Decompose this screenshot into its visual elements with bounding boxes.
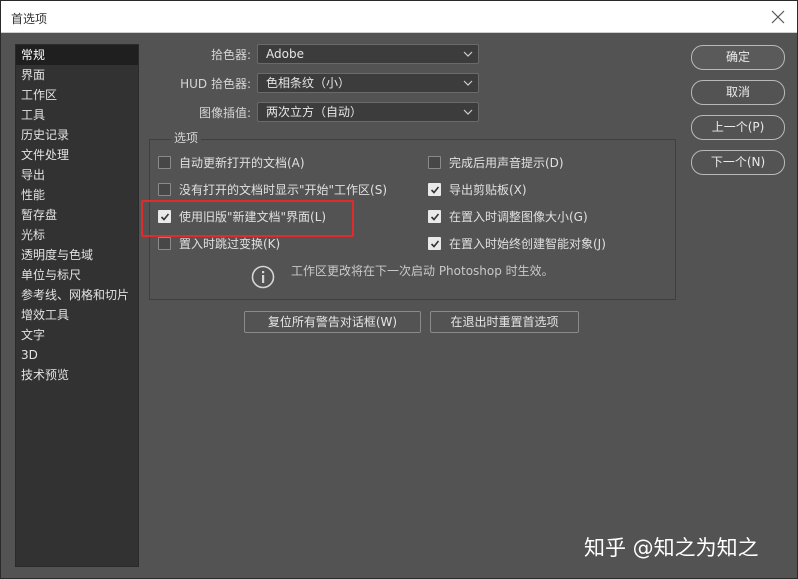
restart-notice: 工作区更改将在下一次启动 Photoshop 时生效。 xyxy=(291,264,554,278)
checkbox-label: 完成后用声音提示(D) xyxy=(449,156,564,170)
checkbox-checked[interactable] xyxy=(428,237,441,250)
sidebar-item-transparency[interactable]: 透明度与色域 xyxy=(16,245,138,265)
preferences-dialog: 首选项 常规 界面 工作区 工具 历史记录 文件处理 导出 性能 暂存盘 光标 … xyxy=(0,0,798,579)
checkbox-label: 置入时跳过变换(K) xyxy=(179,237,281,251)
checkbox-label: 没有打开的文档时显示"开始"工作区(S) xyxy=(179,183,388,197)
sidebar-item-export[interactable]: 导出 xyxy=(16,165,138,185)
reset-prefs-on-quit-button[interactable]: 在退出时重置首选项 xyxy=(430,311,579,333)
show-start-workspace-checkbox[interactable]: 没有打开的文档时显示"开始"工作区(S) xyxy=(158,181,387,198)
image-interpolation-select[interactable]: 两次立方（自动） xyxy=(257,102,479,122)
sidebar-item-cursors[interactable]: 光标 xyxy=(16,225,138,245)
sidebar-item-3d[interactable]: 3D xyxy=(16,345,138,365)
checkbox-label: 自动更新打开的文档(A) xyxy=(179,156,305,170)
chevron-down-icon xyxy=(463,109,473,115)
sidebar-item-file-handling[interactable]: 文件处理 xyxy=(16,145,138,165)
next-button[interactable]: 下一个(N) xyxy=(691,150,785,175)
ok-button[interactable]: 确定 xyxy=(691,45,785,70)
color-picker-value: Adobe xyxy=(266,47,304,61)
chevron-down-icon xyxy=(463,51,473,57)
chevron-down-icon xyxy=(463,80,473,86)
sidebar-item-tools[interactable]: 工具 xyxy=(16,105,138,125)
sidebar-item-scratch-disks[interactable]: 暂存盘 xyxy=(16,205,138,225)
image-interpolation-label: 图像插值: xyxy=(198,106,251,120)
checkbox-unchecked[interactable] xyxy=(158,156,171,169)
sidebar-item-history[interactable]: 历史记录 xyxy=(16,125,138,145)
resize-on-place-checkbox[interactable]: 在置入时调整图像大小(G) xyxy=(428,208,588,225)
hud-color-picker-value: 色相条纹（小） xyxy=(266,76,351,90)
hud-color-picker-label: HUD 拾色器: xyxy=(180,77,251,91)
sidebar-item-type[interactable]: 文字 xyxy=(16,325,138,345)
sidebar-item-workspace[interactable]: 工作区 xyxy=(16,85,138,105)
sidebar-item-guides-grid[interactable]: 参考线、网格和切片 xyxy=(16,285,138,305)
hud-picker-label-cell: HUD 拾色器: xyxy=(151,73,251,93)
skip-transform-on-place-checkbox[interactable]: 置入时跳过变换(K) xyxy=(158,235,280,252)
checkbox-checked[interactable] xyxy=(428,210,441,223)
sidebar-item-units-rulers[interactable]: 单位与标尺 xyxy=(16,265,138,285)
hud-color-picker-select[interactable]: 色相条纹（小） xyxy=(257,73,479,93)
checkbox-unchecked[interactable] xyxy=(158,237,171,250)
color-picker-label-cell: 拾色器: xyxy=(151,44,251,64)
dialog-title: 首选项 xyxy=(11,12,48,26)
title-bar: 首选项 xyxy=(1,1,797,33)
checkbox-label: 在置入时始终创建智能对象(J) xyxy=(449,237,606,251)
close-icon[interactable] xyxy=(767,6,789,28)
options-group-title: 选项 xyxy=(171,129,202,146)
checkbox-unchecked[interactable] xyxy=(428,156,441,169)
watermark-text: 知乎 @知之为知之 xyxy=(584,536,759,560)
color-picker-label: 拾色器: xyxy=(210,48,251,62)
checkbox-label: 导出剪贴板(X) xyxy=(449,183,527,197)
checkmark-icon xyxy=(430,240,440,248)
previous-button[interactable]: 上一个(P) xyxy=(691,115,785,140)
checkmark-icon xyxy=(430,186,440,194)
color-picker-select[interactable]: Adobe xyxy=(257,44,479,64)
sidebar-item-general[interactable]: 常规 xyxy=(16,45,138,65)
sidebar-item-tech-previews[interactable]: 技术预览 xyxy=(16,365,138,385)
interpolation-label-cell: 图像插值: xyxy=(151,102,251,122)
checkbox-label: 在置入时调整图像大小(G) xyxy=(449,210,588,224)
cancel-button[interactable]: 取消 xyxy=(691,80,785,105)
reset-warnings-button[interactable]: 复位所有警告对话框(W) xyxy=(244,311,421,333)
sidebar-item-interface[interactable]: 界面 xyxy=(16,65,138,85)
info-icon xyxy=(251,265,275,289)
image-interpolation-value: 两次立方（自动） xyxy=(266,105,363,119)
auto-update-open-docs-checkbox[interactable]: 自动更新打开的文档(A) xyxy=(158,154,305,171)
checkmark-icon xyxy=(430,213,440,221)
sidebar-item-performance[interactable]: 性能 xyxy=(16,185,138,205)
beep-when-done-checkbox[interactable]: 完成后用声音提示(D) xyxy=(428,154,564,171)
category-list: 常规 界面 工作区 工具 历史记录 文件处理 导出 性能 暂存盘 光标 透明度与… xyxy=(15,44,139,567)
sidebar-item-plugins[interactable]: 增效工具 xyxy=(16,305,138,325)
checkbox-unchecked[interactable] xyxy=(158,183,171,196)
export-clipboard-checkbox[interactable]: 导出剪贴板(X) xyxy=(428,181,527,198)
checkbox-checked[interactable] xyxy=(428,183,441,196)
annotation-highlight-box xyxy=(141,200,354,237)
always-smart-object-checkbox[interactable]: 在置入时始终创建智能对象(J) xyxy=(428,235,606,252)
